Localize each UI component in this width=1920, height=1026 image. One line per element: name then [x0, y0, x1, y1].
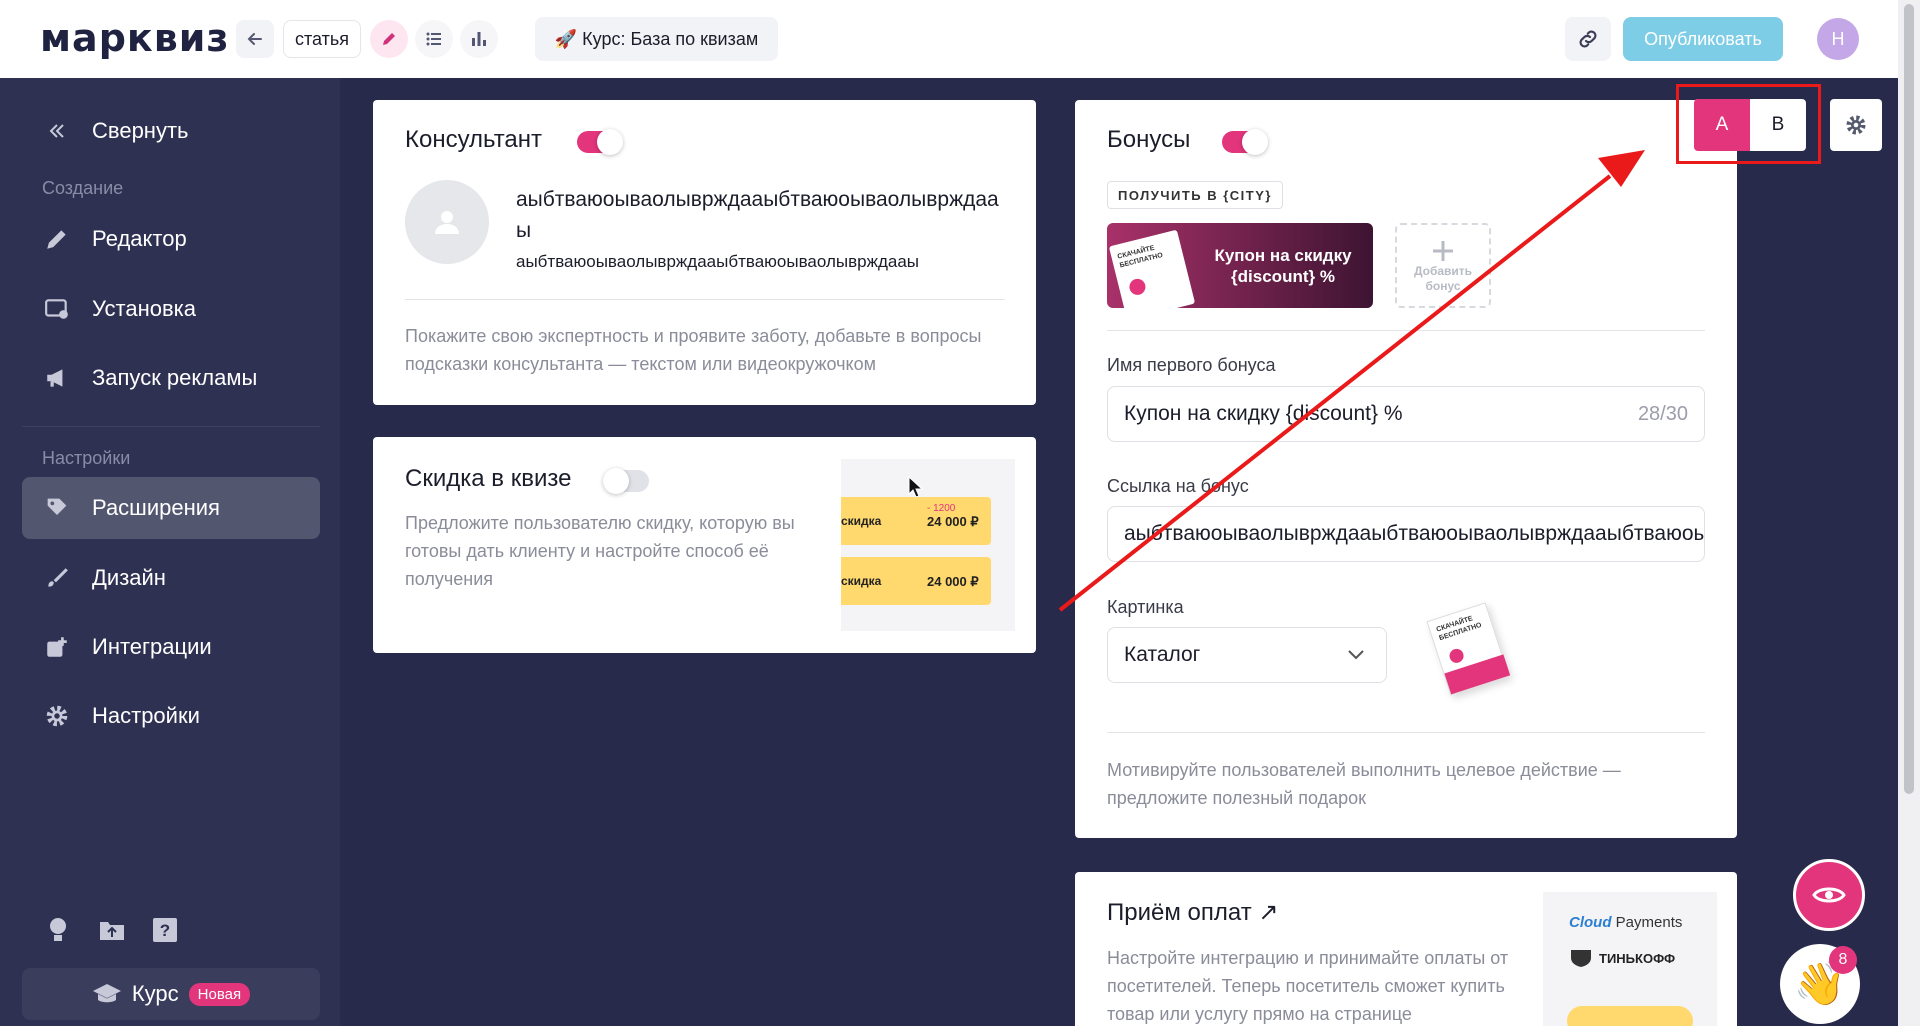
- annotation-arrow: [1058, 150, 1645, 612]
- vertical-scrollbar[interactable]: [1898, 0, 1920, 1026]
- notification-badge: 8: [1829, 946, 1857, 974]
- preview-button[interactable]: [1793, 859, 1865, 931]
- scrollbar-thumb[interactable]: [1904, 4, 1914, 794]
- eye-icon: [1812, 887, 1846, 903]
